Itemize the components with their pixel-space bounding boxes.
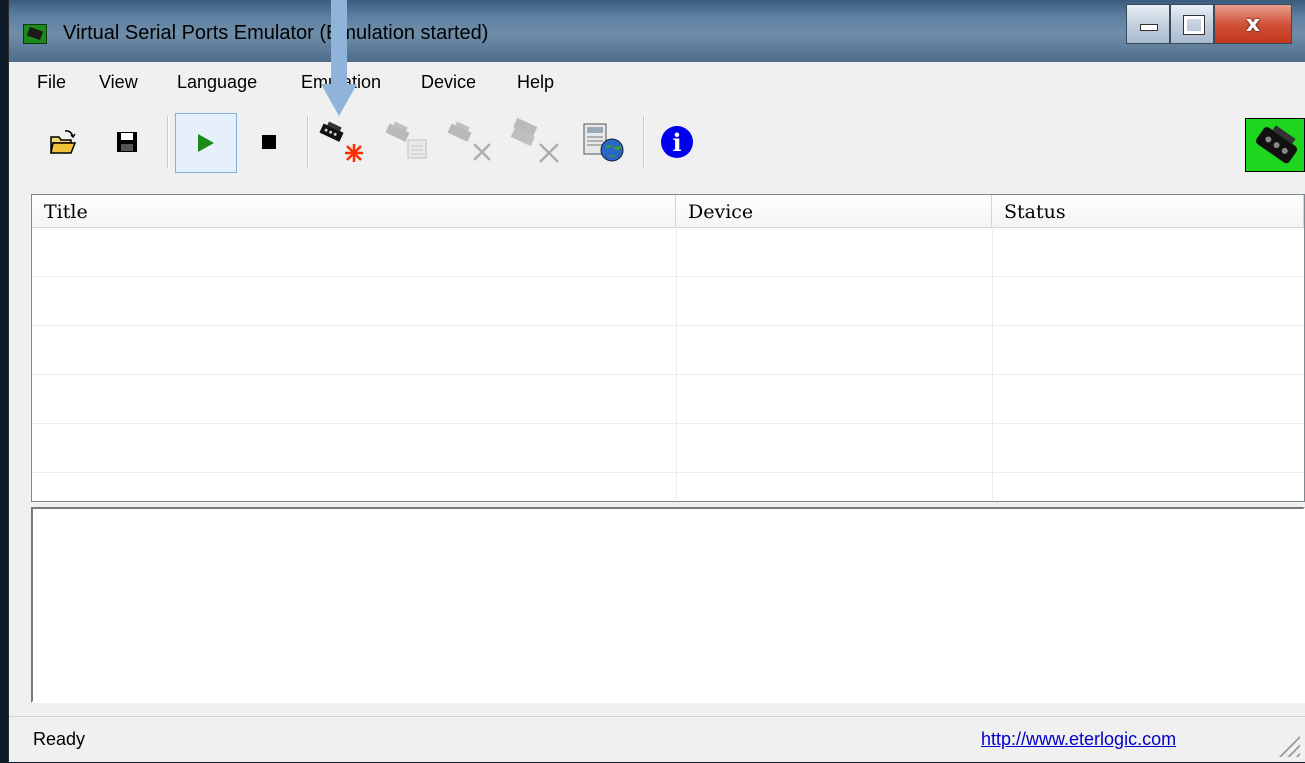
toolbar-separator: [167, 116, 169, 168]
menu-bar: File View Language Emulation Device Help: [9, 62, 1305, 104]
save-disk-icon: [117, 132, 137, 152]
minimize-button[interactable]: [1126, 4, 1170, 44]
port-settings-icon: [583, 123, 624, 162]
toolbar-separator: [307, 116, 309, 168]
title-bar[interactable]: Virtual Serial Ports Emulator (Emulation…: [9, 0, 1305, 62]
close-button[interactable]: x: [1214, 4, 1292, 44]
create-device-button[interactable]: [313, 114, 369, 170]
edit-device-button[interactable]: [379, 114, 435, 170]
delete-all-devices-icon: [510, 118, 559, 163]
status-bar: Ready http://www.eterlogic.com: [9, 716, 1305, 763]
delete-all-devices-button[interactable]: [507, 114, 563, 170]
column-status-label: Status: [1004, 201, 1066, 223]
window-controls: x: [1126, 4, 1292, 46]
play-icon: [198, 134, 214, 152]
delete-device-button[interactable]: [441, 114, 497, 170]
maximize-button[interactable]: [1170, 4, 1214, 44]
log-pane[interactable]: [31, 507, 1305, 703]
delete-device-icon: [447, 121, 491, 161]
about-button[interactable]: i: [649, 114, 705, 170]
table-row: [32, 228, 1304, 277]
open-folder-icon: [50, 130, 77, 154]
create-device-icon: [319, 121, 363, 162]
port-settings-button[interactable]: [575, 114, 631, 170]
start-emulation-button[interactable]: [175, 113, 237, 173]
stop-icon: [262, 135, 276, 149]
app-window: Virtual Serial Ports Emulator (Emulation…: [8, 0, 1305, 762]
column-header-device[interactable]: Device: [676, 195, 992, 227]
window-title: Virtual Serial Ports Emulator (Emulation…: [63, 22, 489, 44]
column-header-title[interactable]: Title: [32, 195, 676, 227]
save-button[interactable]: [99, 114, 155, 170]
resize-grip[interactable]: [1278, 735, 1300, 757]
app-icon: [23, 24, 47, 44]
website-link[interactable]: http://www.eterlogic.com: [981, 729, 1176, 750]
table-row: [32, 424, 1304, 473]
column-title-label: Title: [44, 201, 88, 223]
menu-language[interactable]: Language: [177, 72, 257, 93]
table-row: [32, 326, 1304, 375]
column-header-status[interactable]: Status: [992, 195, 1304, 227]
list-header: Title Device Status: [32, 195, 1304, 228]
open-button[interactable]: [35, 114, 91, 170]
edit-device-icon: [385, 121, 427, 159]
table-row: [32, 375, 1304, 424]
brand-logo-icon: [1245, 118, 1305, 172]
info-icon: i: [661, 126, 693, 158]
column-divider: [676, 227, 677, 501]
menu-file[interactable]: File: [37, 72, 66, 93]
device-list[interactable]: Title Device Status: [31, 194, 1305, 502]
status-text: Ready: [33, 729, 86, 749]
toolbar-separator: [643, 116, 645, 168]
table-row: [32, 277, 1304, 326]
menu-help[interactable]: Help: [517, 72, 554, 93]
column-device-label: Device: [688, 201, 754, 223]
annotation-arrow-icon: [321, 0, 357, 116]
stop-emulation-button[interactable]: [241, 114, 297, 170]
menu-view[interactable]: View: [99, 72, 138, 93]
svg-text:i: i: [672, 128, 681, 157]
toolbar: i: [9, 106, 1305, 176]
menu-device[interactable]: Device: [421, 72, 476, 93]
column-divider: [992, 227, 993, 501]
